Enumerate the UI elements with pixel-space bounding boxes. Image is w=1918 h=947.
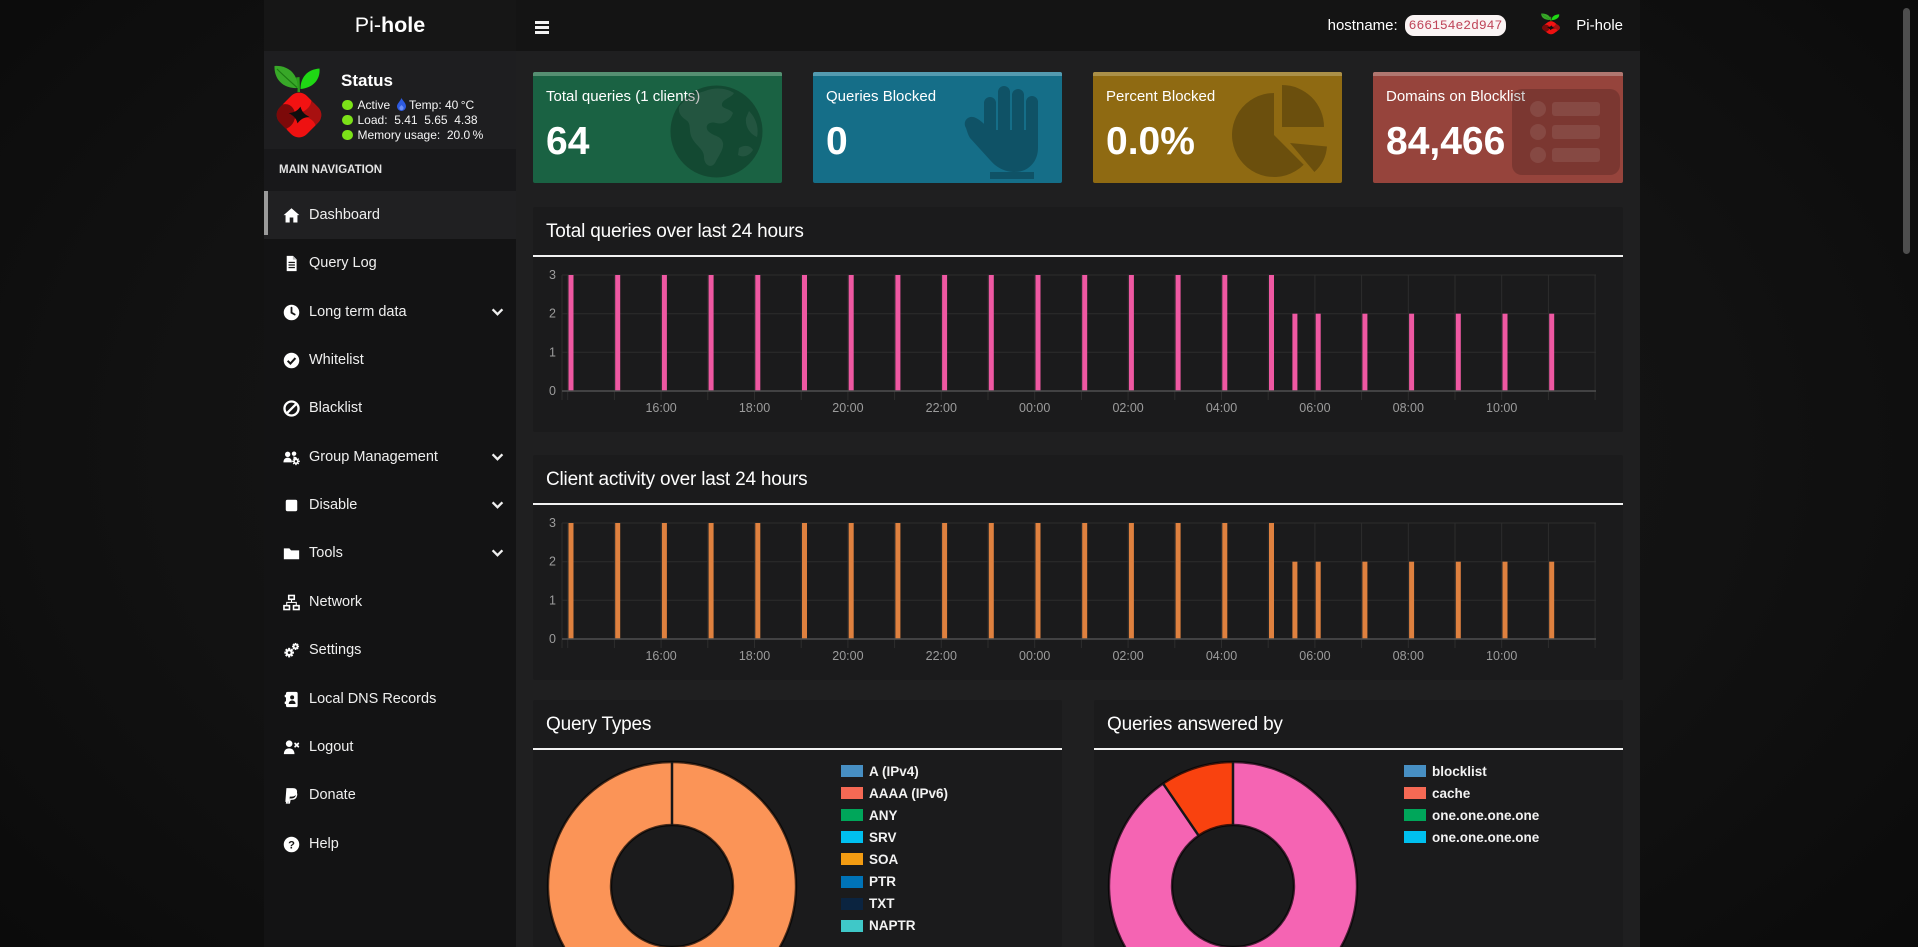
svg-text:08:00: 08:00 bbox=[1393, 649, 1424, 663]
svg-text:20:00: 20:00 bbox=[832, 649, 863, 663]
svg-text:00:00: 00:00 bbox=[1019, 401, 1050, 415]
svg-text:16:00: 16:00 bbox=[645, 401, 676, 415]
svg-text:16:00: 16:00 bbox=[645, 649, 676, 663]
svg-text:?: ? bbox=[288, 839, 295, 851]
svg-text:0: 0 bbox=[549, 632, 556, 646]
svg-text:18:00: 18:00 bbox=[739, 649, 770, 663]
svg-text:08:00: 08:00 bbox=[1393, 401, 1424, 415]
svg-text:00:00: 00:00 bbox=[1019, 649, 1050, 663]
svg-text:0: 0 bbox=[549, 384, 556, 398]
svg-text:2: 2 bbox=[549, 555, 556, 569]
svg-text:10:00: 10:00 bbox=[1486, 401, 1517, 415]
svg-text:22:00: 22:00 bbox=[926, 649, 957, 663]
svg-text:20:00: 20:00 bbox=[832, 401, 863, 415]
svg-text:1: 1 bbox=[549, 345, 556, 359]
svg-text:1: 1 bbox=[549, 593, 556, 607]
svg-text:18:00: 18:00 bbox=[739, 401, 770, 415]
svg-text:22:00: 22:00 bbox=[926, 401, 957, 415]
svg-text:04:00: 04:00 bbox=[1206, 649, 1237, 663]
svg-text:10:00: 10:00 bbox=[1486, 649, 1517, 663]
svg-text:2: 2 bbox=[549, 307, 556, 321]
svg-text:3: 3 bbox=[549, 516, 556, 530]
svg-text:06:00: 06:00 bbox=[1299, 649, 1330, 663]
svg-text:04:00: 04:00 bbox=[1206, 401, 1237, 415]
svg-text:06:00: 06:00 bbox=[1299, 401, 1330, 415]
svg-text:02:00: 02:00 bbox=[1112, 649, 1143, 663]
svg-text:02:00: 02:00 bbox=[1112, 401, 1143, 415]
svg-text:3: 3 bbox=[549, 268, 556, 282]
